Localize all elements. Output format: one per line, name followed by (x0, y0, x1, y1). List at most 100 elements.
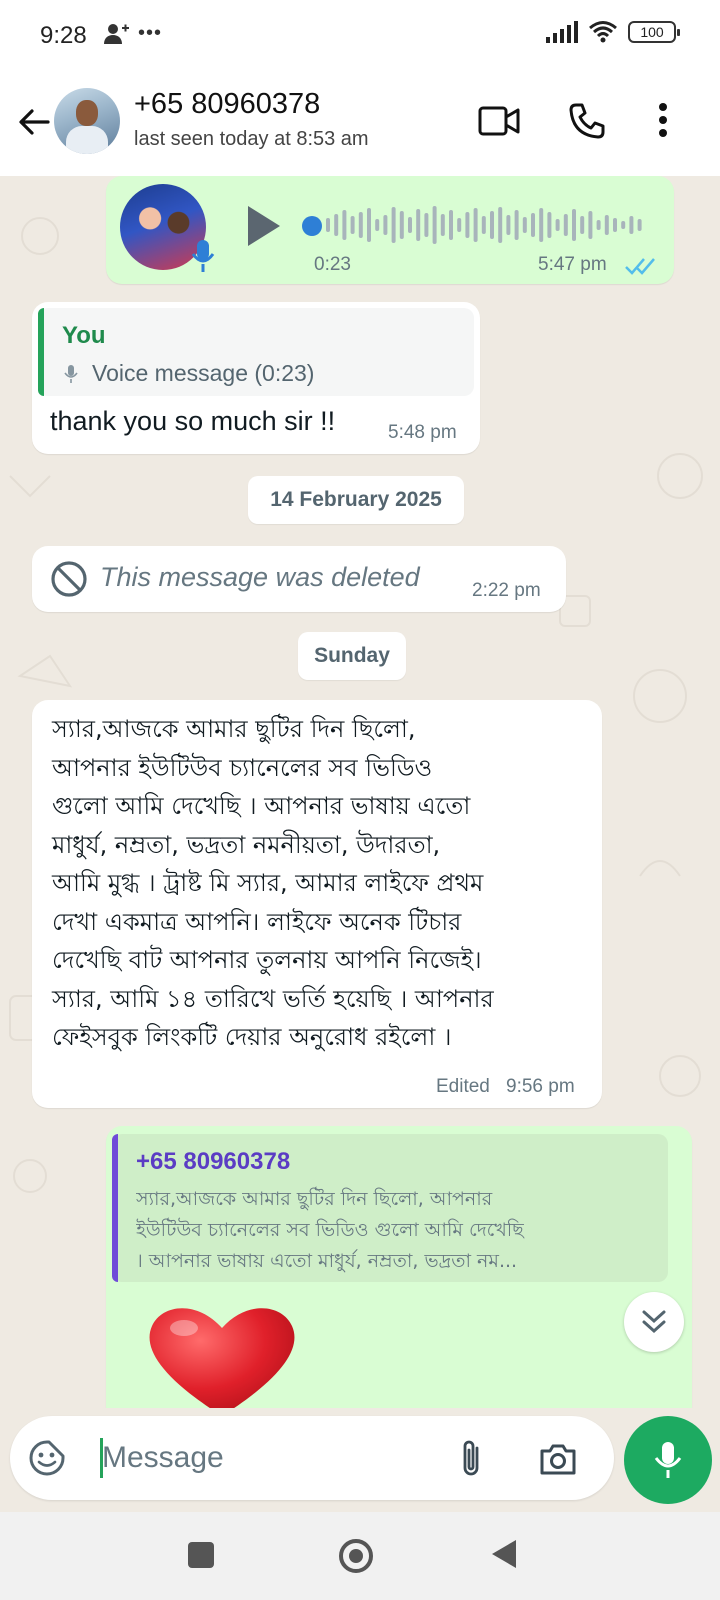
waveform-bar (613, 218, 617, 232)
waveform-bar (399, 211, 404, 239)
waveform-bar (580, 216, 585, 234)
waveform-bar (481, 216, 486, 234)
quote-text: Voice message (0:23) (92, 360, 315, 386)
deleted-text: This message was deleted (100, 562, 420, 592)
message-input-field[interactable]: Message (10, 1416, 614, 1500)
voice-record-button[interactable] (624, 1416, 712, 1504)
waveform-bar (506, 215, 511, 235)
deleted-time: 2:22 pm (472, 580, 541, 601)
waveform-bar (522, 217, 527, 233)
person-add-icon (104, 23, 129, 44)
quote-author: You (62, 322, 106, 349)
double-chevron-down-icon (642, 1310, 666, 1334)
avatar[interactable] (54, 88, 120, 154)
waveform-bar (358, 212, 363, 238)
edited-label: Edited (436, 1076, 490, 1097)
chat-header: +65 80960378 last seen today at 8:53 am (0, 72, 720, 176)
long-message-text: স্যার,আজকে আমার ছুটির দিন ছিলো, আপনার ইউ… (52, 715, 494, 1051)
video-call-icon[interactable] (478, 106, 520, 136)
blocked-icon (51, 561, 87, 597)
message-input-bar: Message (0, 1408, 720, 1512)
microphone-icon (654, 1442, 682, 1478)
waveform-bar (391, 207, 396, 243)
waveform-bar (555, 219, 560, 231)
sticker-emoji-icon[interactable] (28, 1439, 66, 1477)
waveform-bar (547, 212, 552, 238)
wifi-icon (589, 21, 617, 43)
quoted-message[interactable]: You Voice message (0:23) (38, 308, 474, 396)
waveform-bar (588, 211, 593, 239)
waveform-bar (629, 216, 634, 234)
waveform-bar (563, 214, 568, 236)
waveform-bar (334, 214, 339, 236)
status-left-icons: ••• (104, 22, 162, 45)
voice-duration: 0:23 (314, 254, 351, 275)
camera-icon[interactable] (538, 1442, 578, 1476)
waveform-bar (572, 209, 576, 241)
waveform-bar (326, 218, 330, 232)
waveform-bar (432, 206, 437, 244)
contact-name[interactable]: +65 80960378 (134, 88, 320, 121)
heart-emoji-icon (149, 1308, 295, 1408)
waveform-bar (375, 219, 380, 231)
status-bar: 9:28 ••• 100 (0, 0, 720, 72)
date-divider: 14 February 2025 (248, 476, 464, 524)
waveform-bar (449, 210, 453, 240)
long-message-bubble[interactable]: স্যার,আজকে আমার ছুটির দিন ছিলো, আপনার ইউ… (32, 700, 602, 1108)
quoted-message[interactable]: +65 80960378 স্যার,আজকে আমার ছুটির দিন ছ… (112, 1134, 668, 1282)
voice-message-bubble[interactable]: 0:23 5:47 pm (106, 176, 674, 284)
waveform-bar (604, 215, 609, 235)
quote-text: স্যার,আজকে আমার ছুটির দিন ছিলো, আপনার ইউ… (136, 1188, 524, 1272)
waveform-bar (342, 210, 347, 240)
waveform-bar (367, 208, 371, 242)
waveform-bar (498, 207, 503, 243)
waveform-bar (531, 213, 535, 237)
microphone-badge-icon (191, 240, 215, 272)
home-button[interactable] (336, 1536, 376, 1576)
status-right-icons: 100 (546, 20, 680, 44)
microphone-icon (64, 365, 78, 383)
voice-call-icon[interactable] (568, 102, 606, 140)
waveform-bar (539, 208, 544, 242)
long-message-time: 9:56 pm (506, 1076, 575, 1097)
playback-position-dot[interactable] (302, 216, 322, 236)
message-time: 5:48 pm (388, 422, 457, 443)
voice-time: 5:47 pm (538, 254, 607, 275)
waveform-bar (424, 213, 429, 237)
back-nav-button[interactable] (490, 1538, 518, 1570)
message-placeholder[interactable]: Message (102, 1441, 224, 1475)
waveform-bar (490, 211, 494, 239)
back-arrow-icon[interactable] (16, 102, 52, 142)
waveform-bar (473, 208, 478, 242)
deleted-message-bubble[interactable]: This message was deleted 2:22 pm (32, 546, 566, 612)
waveform-bar (440, 214, 445, 236)
status-time: 9:28 (40, 22, 87, 49)
battery-icon: 100 (628, 21, 680, 43)
waveform-bar (621, 221, 626, 229)
recent-apps-button[interactable] (188, 1542, 214, 1568)
quote-author: +65 80960378 (136, 1148, 291, 1175)
waveform-bar (514, 210, 519, 240)
last-seen-status: last seen today at 8:53 am (134, 128, 369, 150)
reply-message-bubble[interactable]: You Voice message (0:23) thank you so mu… (32, 302, 480, 454)
waveform-bar (408, 217, 412, 233)
chat-area[interactable]: 0:23 5:47 pm You Voice message (0:23) th… (0, 176, 720, 1408)
waveform-bar (465, 212, 470, 238)
scroll-to-bottom-button[interactable] (624, 1292, 684, 1352)
attach-paperclip-icon[interactable] (458, 1438, 484, 1478)
message-text: thank you so much sir !! (50, 406, 336, 436)
play-icon[interactable] (246, 204, 282, 248)
voice-waveform[interactable] (326, 200, 652, 250)
date-divider: Sunday (298, 632, 406, 680)
waveform-bar (637, 219, 642, 231)
system-nav-bar (0, 1512, 720, 1600)
waveform-bar (383, 215, 388, 235)
waveform-bar (350, 216, 355, 234)
waveform-bar (596, 220, 601, 230)
heart-reply-bubble[interactable]: +65 80960378 স্যার,আজকে আমার ছুটির দিন ছ… (106, 1126, 692, 1408)
more-dots-icon: ••• (138, 22, 163, 44)
signal-icon (546, 21, 578, 43)
more-options-icon[interactable] (658, 102, 668, 138)
waveform-bar (416, 209, 421, 241)
waveform-bar (457, 218, 462, 232)
